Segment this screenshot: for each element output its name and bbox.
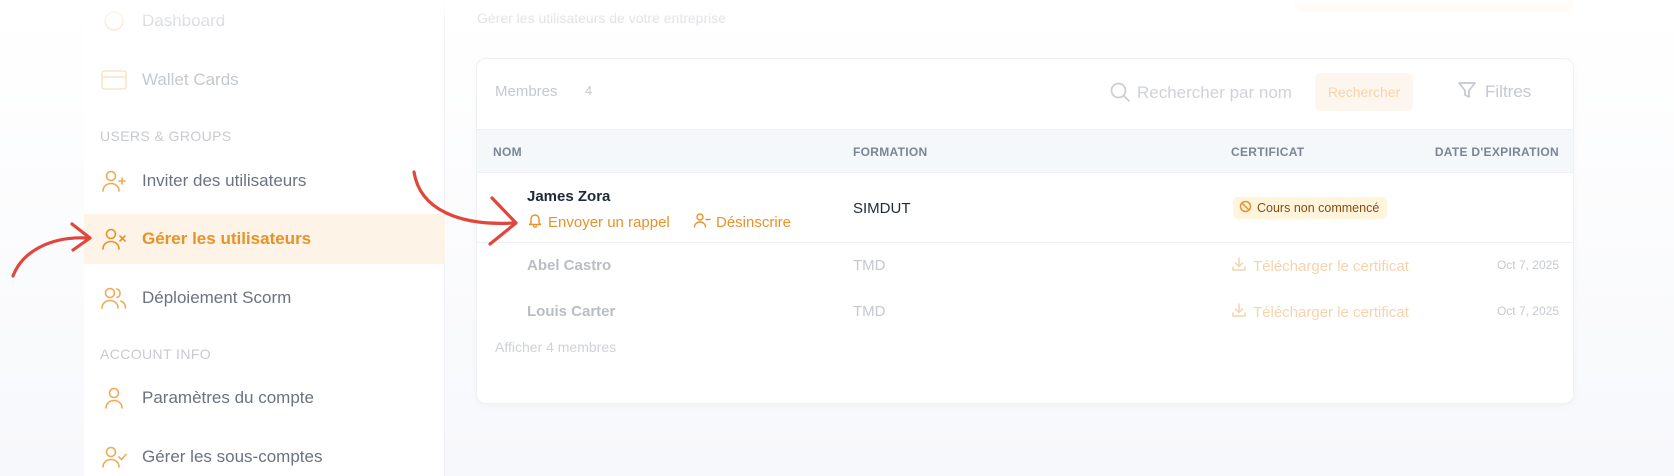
- primary-action-button[interactable]: [1294, 0, 1574, 12]
- show-more-link[interactable]: Afficher 4 membres: [495, 339, 616, 355]
- table-row: Abel Castro TMD Télécharger le certifica…: [477, 244, 1573, 288]
- member-name: Abel Castro: [527, 257, 612, 274]
- status-badge: Cours non commencé: [1233, 197, 1388, 219]
- download-icon: [1231, 256, 1247, 276]
- user-minus-icon: [693, 212, 711, 232]
- formation-name: SIMDUT: [853, 200, 911, 217]
- member-name: James Zora: [527, 188, 611, 205]
- download-certificate-label: Télécharger le certificat: [1253, 257, 1409, 275]
- members-count: 4: [585, 83, 593, 98]
- expiration-date: Oct 7, 2025: [1496, 304, 1559, 318]
- column-header-expiration-date: DATE D'EXPIRATION: [1434, 145, 1559, 159]
- sidebar-item-label: Paramètres du compte: [142, 388, 314, 407]
- download-icon: [1231, 302, 1247, 322]
- sidebar-item-label: Dashboard: [142, 11, 226, 30]
- card-header: Membres 4 Rechercher Filtres: [477, 59, 1573, 129]
- expiration-date: Oct 7, 2025: [1496, 258, 1559, 272]
- sidebar-item-manage-users[interactable]: Gérer les utilisateurs: [84, 214, 445, 264]
- user-check-icon: [100, 443, 128, 471]
- users-icon: [100, 284, 128, 312]
- user-x-icon: [100, 225, 128, 253]
- download-certificate-link[interactable]: Télécharger le certificat: [1231, 302, 1409, 322]
- column-header-name: NOM: [493, 145, 522, 159]
- page-subtitle: Gérer les utilisateurs de votre entrepri…: [477, 10, 726, 26]
- send-reminder-label: Envoyer un rappel: [548, 213, 670, 231]
- send-reminder-link[interactable]: Envoyer un rappel: [527, 212, 670, 232]
- unsubscribe-link[interactable]: Désinscrire: [693, 212, 791, 232]
- sidebar-item-label: Gérer les utilisateurs: [142, 229, 312, 248]
- dashboard-icon: [100, 7, 128, 35]
- sidebar: Dashboard Wallet Cards USERS & GROUPS In…: [84, 0, 445, 476]
- user-icon: [100, 384, 128, 412]
- table-row: James Zora Envoyer un rappel Désinscrire…: [477, 173, 1573, 243]
- unsubscribe-label: Désinscrire: [716, 213, 792, 231]
- bell-icon: [527, 212, 543, 232]
- column-header-certificate: CERTIFICAT: [1231, 145, 1305, 159]
- status-badge-label: Cours non commencé: [1257, 201, 1380, 215]
- sidebar-item-label: Déploiement Scorm: [142, 288, 292, 307]
- formation-name: TMD: [853, 257, 886, 274]
- sidebar-item-label: Wallet Cards: [142, 70, 239, 89]
- sidebar-item-scorm-deployment[interactable]: Déploiement Scorm: [84, 273, 445, 323]
- annotation-arrow-sidebar: [11, 236, 90, 278]
- filter-button[interactable]: Filtres: [1457, 73, 1557, 111]
- download-certificate-label: Télécharger le certificat: [1253, 303, 1409, 321]
- formation-name: TMD: [853, 303, 886, 320]
- search-icon: [1109, 81, 1131, 108]
- search-button[interactable]: Rechercher: [1315, 73, 1413, 111]
- credit-card-icon: [100, 66, 128, 94]
- sidebar-item-manage-subaccounts[interactable]: Gérer les sous-comptes: [84, 432, 445, 476]
- column-header-formation: FORMATION: [853, 145, 928, 159]
- download-certificate-link[interactable]: Télécharger le certificat: [1231, 256, 1409, 276]
- sidebar-item-dashboard[interactable]: Dashboard: [84, 0, 445, 46]
- section-label-users-groups: USERS & GROUPS: [100, 128, 232, 144]
- sidebar-item-invite-users[interactable]: Inviter des utilisateurs: [84, 156, 445, 206]
- members-card: Membres 4 Rechercher Filtres NOM FORMATI…: [476, 58, 1574, 404]
- sidebar-item-label: Inviter des utilisateurs: [142, 171, 307, 190]
- sidebar-item-label: Gérer les sous-comptes: [142, 447, 323, 466]
- table-row: Louis Carter TMD Télécharger le certific…: [477, 290, 1573, 334]
- search-input[interactable]: [1137, 77, 1307, 109]
- sidebar-item-account-settings[interactable]: Paramètres du compte: [84, 373, 445, 423]
- sidebar-item-wallet-cards[interactable]: Wallet Cards: [84, 55, 445, 105]
- table-header: NOM FORMATION CERTIFICAT DATE D'EXPIRATI…: [477, 129, 1573, 173]
- section-label-account-info: ACCOUNT INFO: [100, 346, 212, 362]
- user-plus-icon: [100, 167, 128, 195]
- ban-icon: [1239, 200, 1252, 216]
- filter-icon: [1457, 80, 1477, 105]
- member-name: Louis Carter: [527, 303, 616, 320]
- members-label: Membres: [495, 83, 558, 100]
- filter-button-label: Filtres: [1485, 82, 1532, 101]
